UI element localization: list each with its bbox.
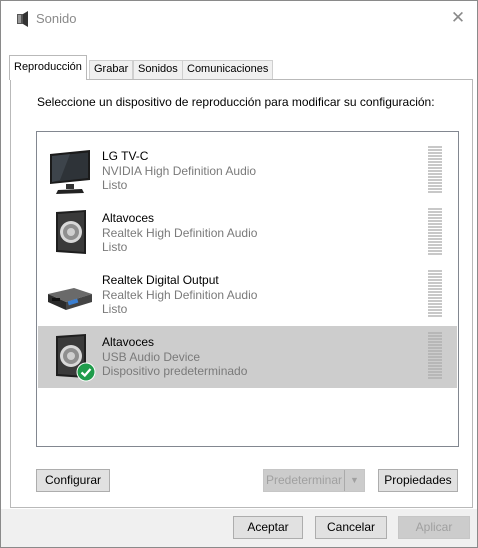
device-row-realtek-digital-output[interactable]: Realtek Digital Output Realtek High Defi…: [38, 264, 457, 326]
digital-output-icon: [48, 288, 92, 310]
level-meter: [428, 146, 442, 196]
tab-grabar[interactable]: Grabar: [89, 60, 134, 79]
apply-button[interactable]: Aplicar: [398, 516, 470, 539]
device-status: Listo: [102, 302, 128, 316]
close-button[interactable]: ✕: [447, 7, 469, 29]
device-name: Altavoces: [102, 335, 155, 349]
level-meter: [428, 332, 442, 382]
device-name: LG TV-C: [102, 149, 149, 163]
cancel-button[interactable]: Cancelar: [315, 516, 387, 539]
set-default-split-button[interactable]: Predeterminar ▼: [263, 469, 365, 492]
tv-monitor-icon: [50, 150, 90, 194]
device-status: Dispositivo predeterminado: [102, 364, 248, 378]
speaker-app-icon: [17, 11, 28, 27]
device-driver: Realtek High Definition Audio: [102, 226, 258, 240]
device-row-altavoces-realtek[interactable]: Altavoces Realtek High Definition Audio …: [38, 202, 457, 264]
device-driver: USB Audio Device: [102, 350, 201, 364]
configure-button[interactable]: Configurar: [36, 469, 110, 492]
ok-button[interactable]: Aceptar: [233, 516, 303, 539]
dialog-footer: Aceptar Cancelar Aplicar: [1, 509, 477, 547]
device-row-altavoces-usb[interactable]: Altavoces USB Audio Device Dispositivo p…: [38, 326, 457, 388]
level-meter: [428, 270, 442, 320]
instruction-text: Seleccione un dispositivo de reproducció…: [37, 95, 435, 109]
playback-device-list[interactable]: LG TV-C NVIDIA High Definition Audio Lis…: [36, 131, 459, 447]
default-device-check-icon: [76, 362, 96, 382]
device-driver: NVIDIA High Definition Audio: [102, 164, 257, 178]
window-title: Sonido: [36, 11, 77, 26]
title-bar[interactable]: Sonido ✕: [1, 1, 477, 37]
sound-dialog: Sonido ✕ Reproducción Grabar Sonidos Com…: [0, 0, 478, 548]
speaker-icon: [56, 210, 86, 254]
set-default-label: Predeterminar: [265, 473, 343, 487]
properties-button[interactable]: Propiedades: [378, 469, 458, 492]
device-name: Altavoces: [102, 211, 155, 225]
device-status: Listo: [102, 240, 128, 254]
device-row-lg-tv[interactable]: LG TV-C NVIDIA High Definition Audio Lis…: [38, 140, 457, 202]
tab-comunicaciones[interactable]: Comunicaciones: [182, 60, 274, 79]
tab-reproduccion[interactable]: Reproducción: [9, 55, 87, 80]
tab-sonidos[interactable]: Sonidos: [133, 60, 183, 79]
device-name: Realtek Digital Output: [102, 273, 219, 287]
device-status: Listo: [102, 178, 128, 192]
device-driver: Realtek High Definition Audio: [102, 288, 258, 302]
chevron-down-icon[interactable]: ▼: [344, 470, 364, 491]
level-meter: [428, 208, 442, 258]
